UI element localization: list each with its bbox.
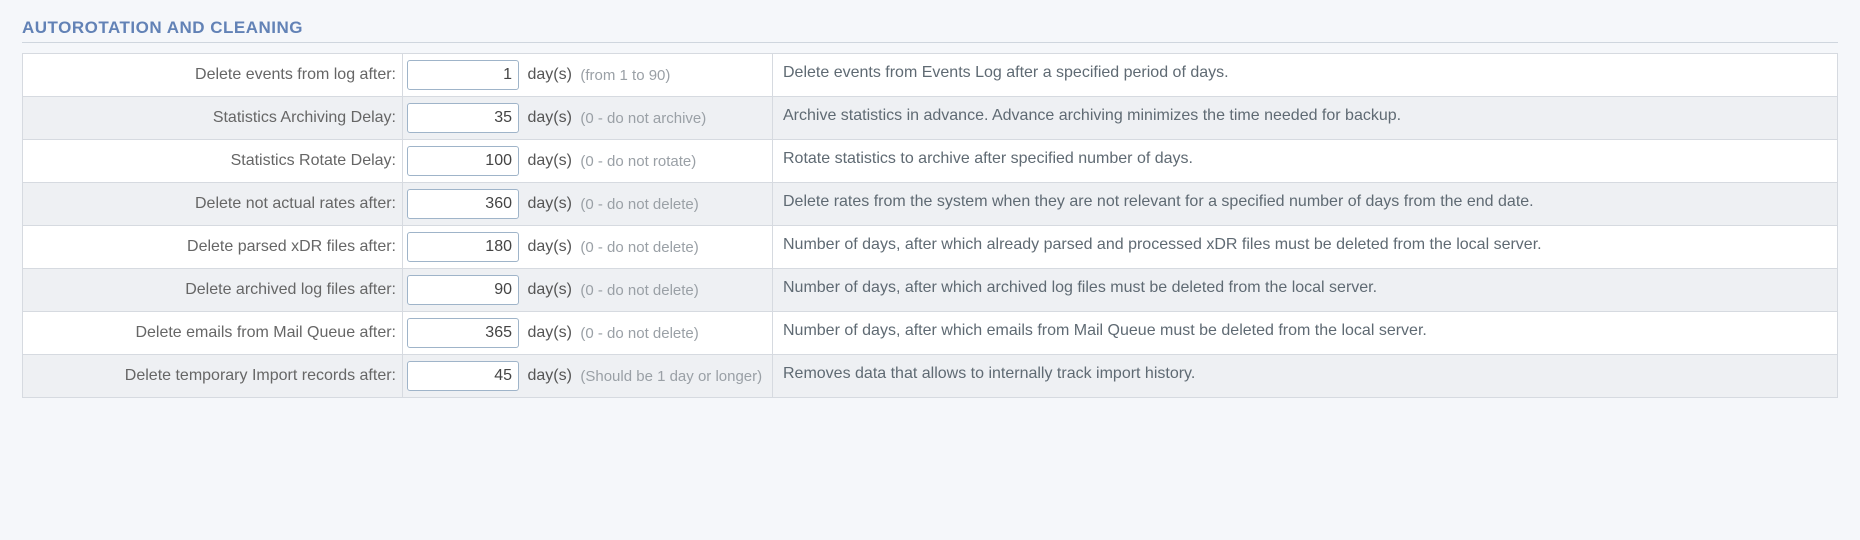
row-label: Statistics Archiving Delay:	[23, 97, 403, 140]
delete-emails-input[interactable]	[407, 318, 519, 348]
table-row: Delete events from log after: day(s) (fr…	[23, 54, 1838, 97]
input-hint: (Should be 1 day or longer)	[580, 368, 762, 385]
table-row: Delete archived log files after: day(s) …	[23, 269, 1838, 312]
row-label: Delete not actual rates after:	[23, 183, 403, 226]
unit-label: day(s)	[527, 367, 571, 385]
unit-label: day(s)	[527, 238, 571, 256]
input-hint: (0 - do not rotate)	[580, 153, 696, 170]
row-label: Delete archived log files after:	[23, 269, 403, 312]
table-row: Statistics Rotate Delay: day(s) (0 - do …	[23, 140, 1838, 183]
input-hint: (0 - do not delete)	[580, 239, 698, 256]
autorotation-settings-table: Delete events from log after: day(s) (fr…	[22, 53, 1838, 398]
unit-label: day(s)	[527, 281, 571, 299]
row-desc: Removes data that allows to internally t…	[773, 355, 1838, 398]
input-hint: (0 - do not archive)	[580, 110, 706, 127]
row-desc: Archive statistics in advance. Advance a…	[773, 97, 1838, 140]
input-hint: (0 - do not delete)	[580, 196, 698, 213]
delete-rates-input[interactable]	[407, 189, 519, 219]
unit-label: day(s)	[527, 109, 571, 127]
row-label: Delete events from log after:	[23, 54, 403, 97]
row-label: Statistics Rotate Delay:	[23, 140, 403, 183]
row-label: Delete emails from Mail Queue after:	[23, 312, 403, 355]
table-row: Delete not actual rates after: day(s) (0…	[23, 183, 1838, 226]
row-desc: Rotate statistics to archive after speci…	[773, 140, 1838, 183]
row-desc: Number of days, after which already pars…	[773, 226, 1838, 269]
table-row: Delete emails from Mail Queue after: day…	[23, 312, 1838, 355]
row-input-cell: day(s) (0 - do not delete)	[403, 226, 773, 269]
row-label: Delete parsed xDR files after:	[23, 226, 403, 269]
row-input-cell: day(s) (0 - do not delete)	[403, 269, 773, 312]
row-desc: Delete events from Events Log after a sp…	[773, 54, 1838, 97]
row-input-cell: day(s) (0 - do not delete)	[403, 312, 773, 355]
row-desc: Number of days, after which emails from …	[773, 312, 1838, 355]
unit-label: day(s)	[527, 195, 571, 213]
row-input-cell: day(s) (0 - do not archive)	[403, 97, 773, 140]
table-row: Delete parsed xDR files after: day(s) (0…	[23, 226, 1838, 269]
row-desc: Number of days, after which archived log…	[773, 269, 1838, 312]
row-desc: Delete rates from the system when they a…	[773, 183, 1838, 226]
row-input-cell: day(s) (0 - do not delete)	[403, 183, 773, 226]
input-hint: (0 - do not delete)	[580, 325, 698, 342]
row-input-cell: day(s) (Should be 1 day or longer)	[403, 355, 773, 398]
delete-import-records-input[interactable]	[407, 361, 519, 391]
delete-xdr-input[interactable]	[407, 232, 519, 262]
row-label: Delete temporary Import records after:	[23, 355, 403, 398]
row-input-cell: day(s) (0 - do not rotate)	[403, 140, 773, 183]
delete-events-input[interactable]	[407, 60, 519, 90]
delete-archived-logs-input[interactable]	[407, 275, 519, 305]
row-input-cell: day(s) (from 1 to 90)	[403, 54, 773, 97]
statistics-rotate-input[interactable]	[407, 146, 519, 176]
input-hint: (0 - do not delete)	[580, 282, 698, 299]
table-row: Statistics Archiving Delay: day(s) (0 - …	[23, 97, 1838, 140]
unit-label: day(s)	[527, 66, 571, 84]
input-hint: (from 1 to 90)	[580, 67, 670, 84]
table-row: Delete temporary Import records after: d…	[23, 355, 1838, 398]
statistics-archiving-input[interactable]	[407, 103, 519, 133]
unit-label: day(s)	[527, 152, 571, 170]
section-title: AUTOROTATION AND CLEANING	[22, 18, 1838, 43]
unit-label: day(s)	[527, 324, 571, 342]
